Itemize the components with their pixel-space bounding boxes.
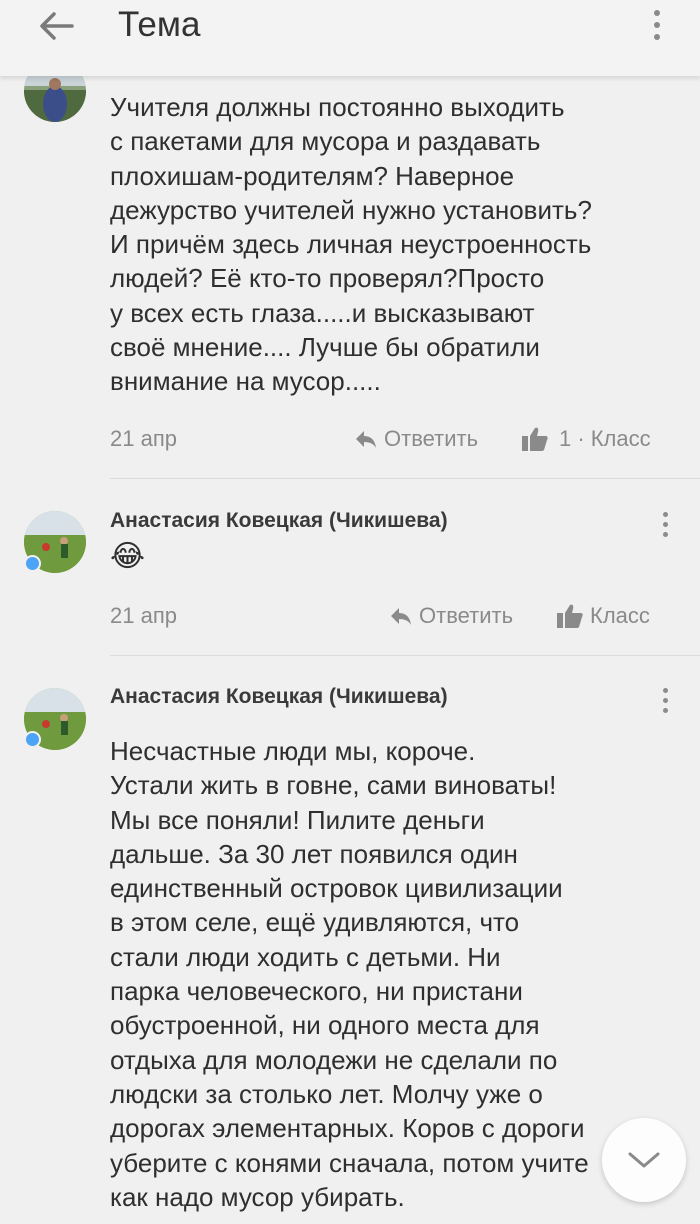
divider	[110, 655, 700, 656]
comment-date: 21 апр	[110, 426, 177, 451]
comment-text: Учителя должны постоянно выходить с паке…	[110, 92, 592, 397]
reply-label: Ответить	[384, 426, 479, 451]
reply-button[interactable]: Ответить	[389, 603, 513, 629]
online-indicator	[24, 731, 41, 748]
divider	[110, 478, 700, 479]
comment-author[interactable]: Анастасия Ковецкая (Чикишева)	[110, 685, 448, 709]
reply-label: Ответить	[419, 603, 514, 628]
app-bar: Тема	[0, 0, 700, 76]
thumbs-up-icon	[557, 604, 583, 628]
like-count: 1 ·	[559, 426, 585, 451]
arrow-left-icon[interactable]	[36, 8, 76, 44]
comment-text: Несчастные люди мы, короче. Устали жить …	[110, 736, 589, 1212]
chevron-down-icon	[628, 1152, 660, 1168]
thumbs-up-icon	[522, 427, 548, 451]
reply-icon	[356, 431, 376, 448]
comment-menu-icon[interactable]	[661, 688, 669, 718]
reply-icon	[391, 608, 411, 625]
like-label: Класс	[590, 426, 651, 451]
like-button[interactable]: Класс	[556, 603, 650, 629]
comment-author[interactable]: Анастасия Ковецкая (Чикишева)	[110, 509, 448, 533]
like-label: Класс	[590, 603, 650, 628]
online-indicator	[24, 555, 41, 572]
reply-button[interactable]: Ответить	[354, 426, 478, 452]
page-title: Тема	[118, 5, 201, 44]
like-button[interactable]: 1 · Класс	[521, 426, 651, 452]
comment-date: 21 апр	[110, 603, 177, 628]
scroll-down-button[interactable]	[602, 1118, 686, 1202]
comment-text: 😂	[110, 540, 146, 573]
comment-menu-icon[interactable]	[661, 512, 669, 542]
more-vertical-icon[interactable]	[650, 10, 664, 44]
